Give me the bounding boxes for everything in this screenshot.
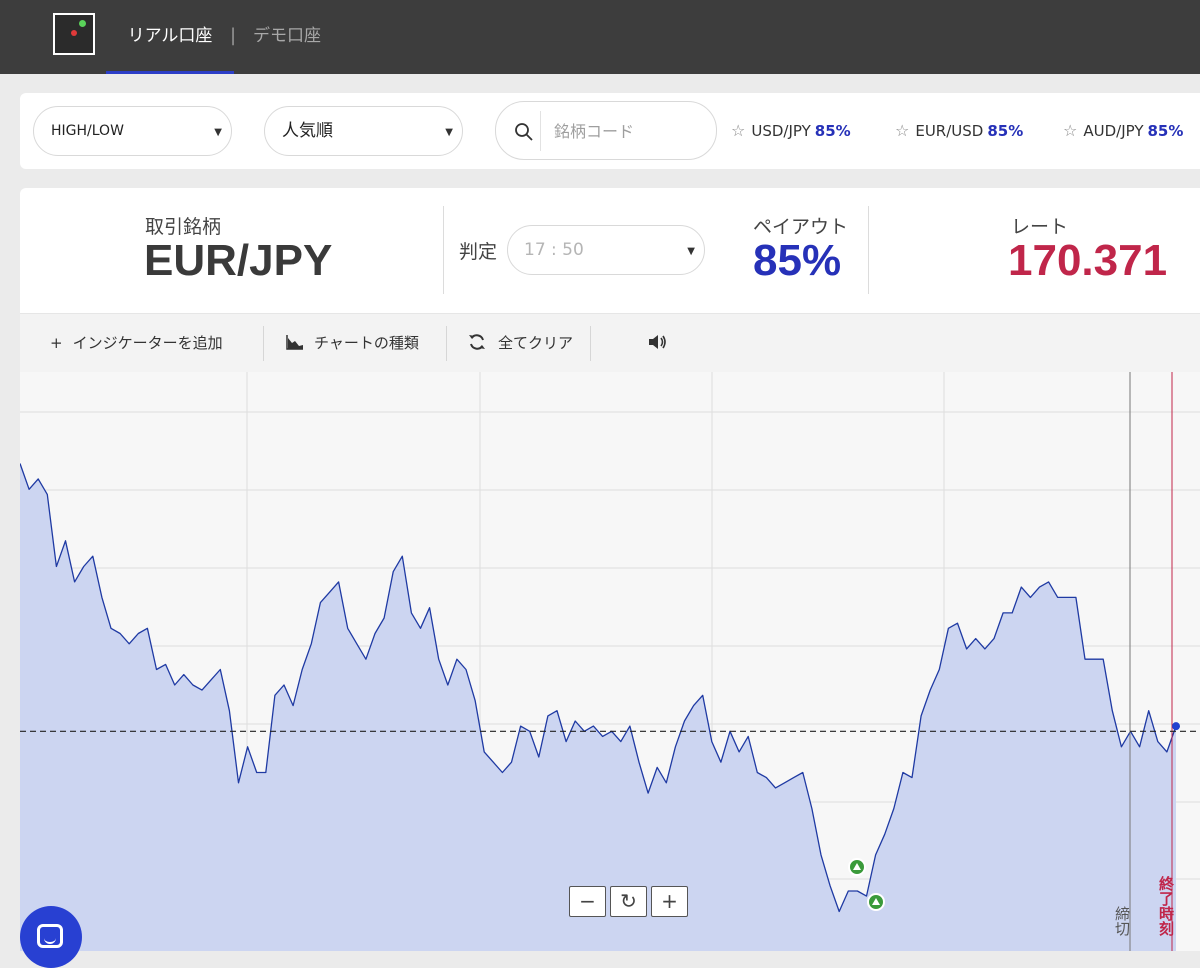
zoom-reset-button[interactable]: ↻ <box>610 886 647 917</box>
chart-toolbar: + インジケーターを追加 チャートの種類 全てクリア <box>20 313 1200 372</box>
add-indicator-label: インジケーターを追加 <box>72 334 223 352</box>
star-icon[interactable]: ☆ <box>731 121 745 140</box>
fav-pair-name: USD/JPY <box>751 122 811 140</box>
high-entry-marker[interactable] <box>848 858 866 876</box>
filter-bar: HIGH/LOW ▼ 人気順 ▼ ☆USD/JPY85% ☆EUR/USD85%… <box>20 93 1200 169</box>
symbol-label: 取引銘柄 <box>145 216 222 238</box>
fav-pair-name: EUR/USD <box>915 122 984 140</box>
favorite-pair-audjpy[interactable]: ☆ AUD/JPY 85% <box>1063 121 1183 140</box>
price-chart[interactable] <box>20 372 1200 951</box>
end-time-label: 終了時刻 <box>1157 876 1175 936</box>
payout-label: ペイアウト <box>753 216 849 238</box>
high-entry-marker[interactable] <box>867 893 885 911</box>
star-icon[interactable]: ☆ <box>1063 121 1077 140</box>
rate-label: レート <box>1011 216 1069 238</box>
expiry-time-select[interactable]: 17 : 50 ▼ <box>507 225 705 275</box>
refresh-icon <box>469 334 485 350</box>
divider <box>868 206 869 294</box>
fav-pair-payout: 85% <box>1147 122 1184 140</box>
add-indicator-button[interactable]: + インジケーターを追加 <box>50 314 223 372</box>
price-chart-svg <box>20 372 1200 951</box>
option-type-value: HIGH/LOW <box>51 123 124 139</box>
plus-icon: + <box>50 334 63 352</box>
divider <box>446 326 447 361</box>
search-icon <box>515 123 533 141</box>
clear-all-button[interactable]: 全てクリア <box>468 314 573 372</box>
chat-icon <box>37 924 63 948</box>
speaker-icon <box>649 335 666 349</box>
app-logo[interactable] <box>53 13 95 55</box>
trade-info-panel: 取引銘柄 EUR/JPY 判定 17 : 50 ▼ ペイアウト 85% レート … <box>20 188 1200 313</box>
tab-demo-account[interactable]: デモ口座 <box>253 0 321 74</box>
chevron-down-icon: ▼ <box>687 246 695 257</box>
fav-pair-payout: 85% <box>814 122 851 140</box>
area-chart-icon <box>286 335 303 350</box>
nav-separator: | <box>230 25 237 46</box>
fav-pair-payout: 85% <box>987 122 1024 140</box>
chat-support-button[interactable] <box>20 906 82 968</box>
sort-select[interactable]: 人気順 ▼ <box>264 106 463 156</box>
fav-pair-name: AUD/JPY <box>1083 122 1144 140</box>
divider <box>443 206 444 294</box>
favorite-pair-eurusd[interactable]: ☆ EUR/USD 85% <box>895 121 1023 140</box>
cutoff-label: 締切 <box>1113 906 1131 936</box>
zoom-out-button[interactable]: − <box>569 886 606 917</box>
option-type-select[interactable]: HIGH/LOW ▼ <box>33 106 232 156</box>
search-divider <box>540 111 541 151</box>
chevron-down-icon: ▼ <box>214 127 222 138</box>
tab-real-account[interactable]: リアル口座 <box>106 0 234 74</box>
divider <box>263 326 264 361</box>
chart-type-button[interactable]: チャートの種類 <box>286 314 419 372</box>
sort-value: 人気順 <box>282 121 333 141</box>
favorite-pair-usdjpy[interactable]: ☆ USD/JPY 85% <box>731 121 851 140</box>
sound-toggle-button[interactable] <box>648 314 668 372</box>
chevron-down-icon: ▼ <box>445 127 453 138</box>
symbol-search[interactable] <box>495 101 717 160</box>
rate-value: 170.371 <box>1008 236 1168 285</box>
clear-all-label: 全てクリア <box>498 334 574 352</box>
top-nav: リアル口座 | デモ口座 <box>0 0 1200 74</box>
expiry-time-value: 17 : 50 <box>524 240 584 260</box>
star-icon[interactable]: ☆ <box>895 121 909 140</box>
price-area-fill <box>20 463 1176 951</box>
current-rate-dot <box>1172 722 1180 731</box>
payout-value: 85% <box>753 236 842 285</box>
search-input[interactable] <box>554 116 704 146</box>
divider <box>590 326 591 361</box>
judge-label: 判定 <box>459 241 498 263</box>
logo-dot-green <box>79 20 86 27</box>
symbol-value: EUR/JPY <box>144 236 333 285</box>
logo-dot-red <box>71 30 77 36</box>
zoom-in-button[interactable]: + <box>651 886 688 917</box>
chart-type-label: チャートの種類 <box>314 334 419 352</box>
